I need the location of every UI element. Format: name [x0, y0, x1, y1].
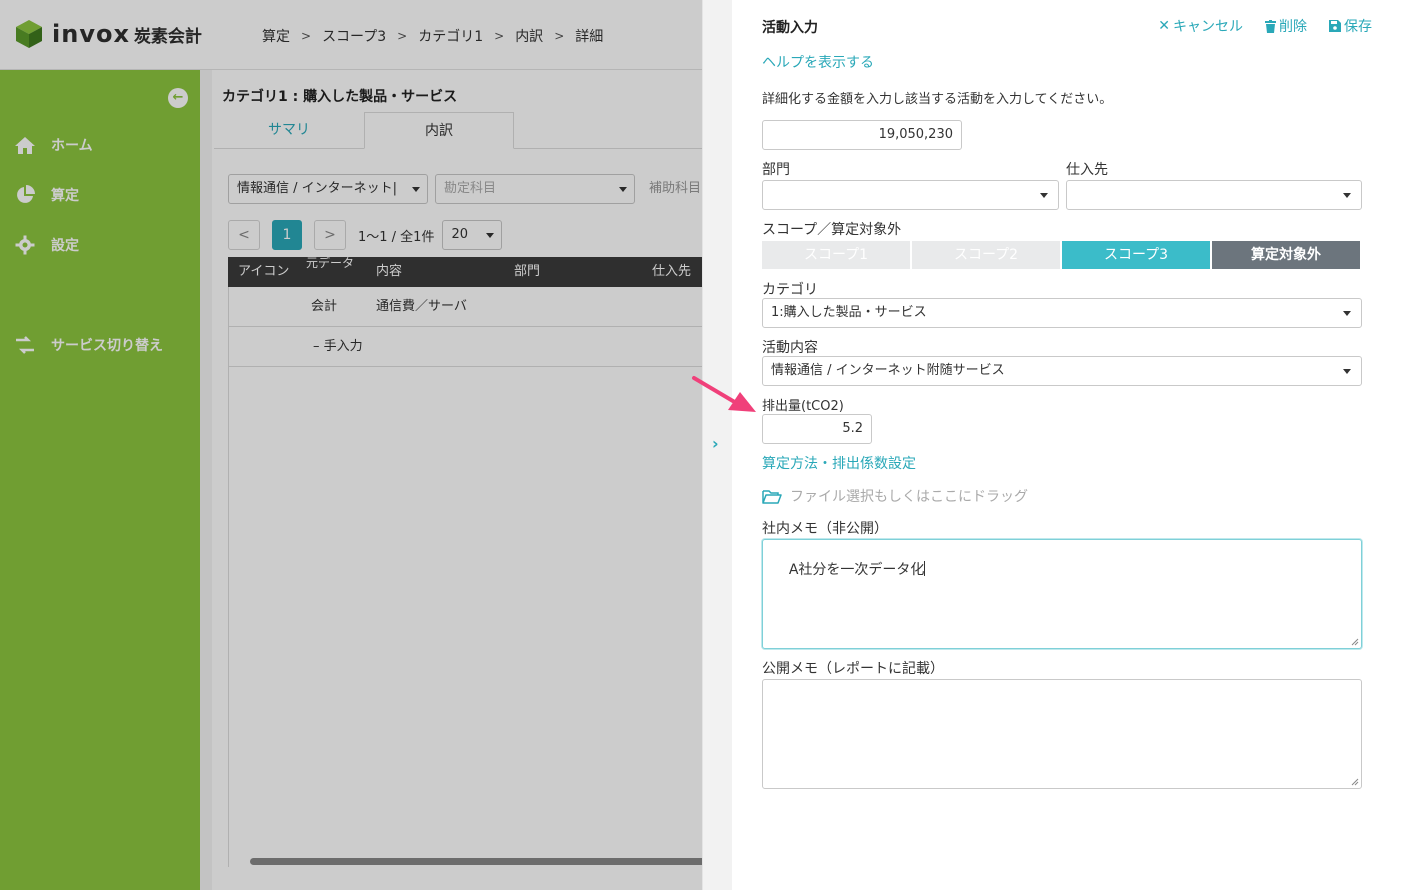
chevron-right-icon[interactable]: › — [712, 434, 719, 453]
public-memo-textarea[interactable] — [762, 679, 1362, 789]
public-memo-label: 公開メモ（レポートに記載） — [762, 661, 944, 677]
caret-down-icon — [1343, 311, 1351, 316]
floppy-disk-icon — [1329, 20, 1341, 32]
folder-open-icon — [762, 489, 782, 504]
internal-memo-textarea[interactable]: A社分を一次データ化 — [762, 539, 1362, 649]
scope-option-2[interactable]: スコープ2 — [912, 241, 1060, 269]
resize-handle-icon[interactable] — [1351, 638, 1359, 646]
delete-label: 削除 — [1279, 19, 1307, 35]
save-label: 保存 — [1344, 19, 1372, 35]
supplier-label: 仕入先 — [1066, 162, 1108, 178]
drawer-toggle-strip[interactable]: › — [702, 0, 732, 890]
drawer-actions: ✕ キャンセル 削除 保存 — [1136, 16, 1372, 36]
emission-input[interactable]: 5.2 — [762, 414, 872, 444]
internal-memo-text: A社分を一次データ化 — [788, 562, 925, 578]
scope-option-3[interactable]: スコープ3 — [1062, 241, 1210, 269]
department-label: 部門 — [762, 162, 790, 178]
scope-label: スコープ／算定対象外 — [762, 222, 902, 238]
scope-option-1[interactable]: スコープ1 — [762, 241, 910, 269]
close-icon: ✕ — [1158, 18, 1170, 34]
text-cursor — [924, 561, 926, 576]
scope-option-excluded[interactable]: 算定対象外 — [1212, 241, 1360, 269]
supplier-select[interactable] — [1066, 180, 1362, 210]
scope-segmented-control: スコープ1 スコープ2 スコープ3 算定対象外 — [762, 241, 1362, 269]
emission-label: 排出量(tCO2) — [762, 399, 844, 414]
calculation-method-link[interactable]: 算定方法・排出係数設定 — [762, 453, 916, 473]
cancel-label: キャンセル — [1173, 19, 1243, 35]
amount-input[interactable]: 19,050,230 — [762, 120, 962, 150]
category-select[interactable]: 1:購入した製品・サービス — [762, 298, 1362, 328]
delete-button[interactable]: 削除 — [1265, 16, 1307, 36]
internal-memo-label: 社内メモ（非公開） — [762, 521, 888, 537]
resize-handle-icon[interactable] — [1351, 778, 1359, 786]
drawer-title: 活動入力 — [762, 20, 818, 36]
activity-select[interactable]: 情報通信 / インターネット附随サービス — [762, 356, 1362, 386]
category-label: カテゴリ — [762, 282, 818, 298]
instruction-text: 詳細化する金額を入力し該当する活動を入力してください。 — [762, 92, 1113, 107]
save-button[interactable]: 保存 — [1329, 16, 1372, 36]
help-link[interactable]: ヘルプを表示する — [762, 52, 874, 72]
cancel-button[interactable]: ✕ キャンセル — [1158, 16, 1243, 36]
caret-down-icon — [1040, 193, 1048, 198]
caret-down-icon — [1343, 369, 1351, 374]
file-drop-zone[interactable]: ファイル選択もしくはここにドラッグ — [762, 486, 1028, 506]
file-drop-text: ファイル選択もしくはここにドラッグ — [790, 489, 1028, 505]
activity-label: 活動内容 — [762, 340, 818, 356]
activity-value: 情報通信 / インターネット附随サービス — [771, 363, 1005, 378]
trash-icon — [1265, 19, 1276, 33]
activity-input-drawer: 活動入力 ✕ キャンセル 削除 保存 ヘルプを表示する 詳細化する金額を入力し該… — [732, 0, 1412, 890]
department-select[interactable] — [762, 180, 1059, 210]
annotation-arrow-icon — [692, 376, 756, 412]
category-value: 1:購入した製品・サービス — [771, 305, 927, 320]
caret-down-icon — [1343, 193, 1351, 198]
